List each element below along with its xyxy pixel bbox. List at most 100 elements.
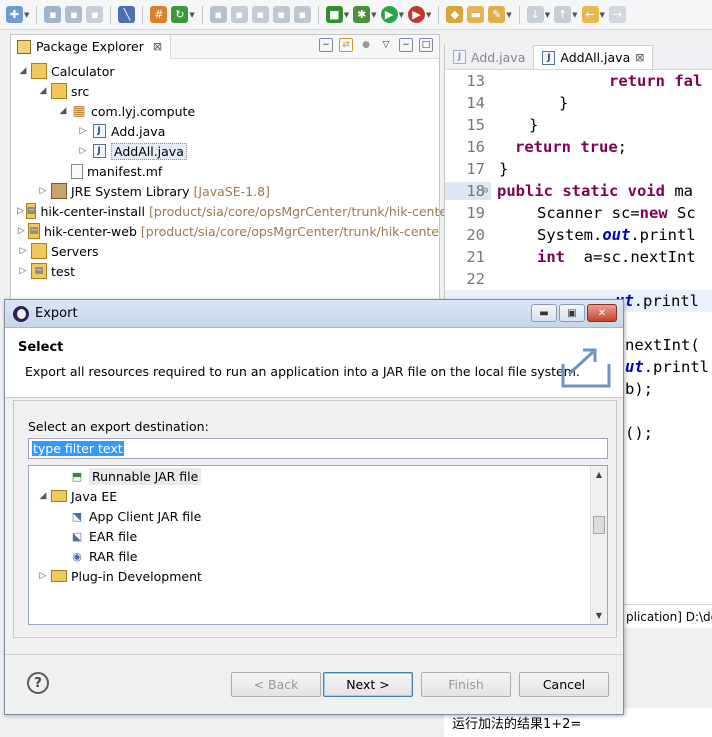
filter-text: type filter text: [32, 441, 124, 456]
tab-addall-java[interactable]: J AddAll.java ⊠: [533, 45, 654, 69]
new-dropdown-icon[interactable]: ▼: [24, 11, 29, 19]
open-type-icon[interactable]: ◆: [446, 6, 464, 23]
line-number: 15: [466, 116, 485, 134]
view-menu-icon[interactable]: ▽: [379, 38, 393, 52]
back-button[interactable]: < Back: [231, 672, 321, 697]
tree-item-src[interactable]: ◢ src: [11, 81, 439, 101]
maximize-icon[interactable]: □: [419, 38, 433, 52]
tree-item-hik-center-web[interactable]: ▷ ▤ hik-center-web [product/sia/core/ops…: [11, 221, 439, 241]
forward-icon[interactable]: →: [608, 6, 626, 23]
server-icon[interactable]: ■: [325, 6, 343, 23]
finish-button[interactable]: Finish: [421, 672, 511, 697]
keyword: return fal: [609, 72, 703, 90]
build-icon[interactable]: #: [150, 6, 168, 23]
debug-dropdown-icon[interactable]: ▼: [371, 11, 376, 19]
run-icon[interactable]: ▶: [380, 6, 398, 23]
close-button[interactable]: ✕: [587, 304, 617, 322]
list-item-ear-file[interactable]: ⬕ EAR file: [29, 526, 607, 546]
back-dropdown-icon[interactable]: ▼: [600, 11, 605, 19]
tool-icon[interactable]: ▪: [272, 6, 290, 23]
debug-icon[interactable]: ✱: [353, 6, 371, 23]
close-icon[interactable]: ⊠: [153, 40, 162, 53]
tree-item-test[interactable]: ▷ ▤ test: [11, 261, 439, 281]
tree-item-servers[interactable]: ▷ Servers: [11, 241, 439, 261]
tree-item-jre-library[interactable]: ▷ JRE System Library [JavaSE-1.8]: [11, 181, 439, 201]
expanded-arrow-icon[interactable]: ◢: [17, 66, 29, 76]
tab-add-java[interactable]: J Add.java: [445, 45, 533, 69]
project-icon: ▤: [31, 263, 47, 279]
collapse-all-icon[interactable]: −: [319, 38, 333, 52]
scroll-thumb[interactable]: [593, 516, 605, 534]
external-tools-icon[interactable]: ▶: [407, 6, 425, 23]
focus-icon[interactable]: ●: [359, 38, 373, 52]
prev-annotation-icon[interactable]: ↑: [554, 6, 572, 23]
collapsed-arrow-icon[interactable]: ▷: [17, 206, 24, 216]
expanded-arrow-icon[interactable]: ◢: [37, 86, 49, 96]
list-item-rar-file[interactable]: ◉ RAR file: [29, 546, 607, 566]
tab-package-explorer[interactable]: Package Explorer ⊠: [11, 34, 172, 59]
package-explorer-tabbar: Package Explorer ⊠ − ⇄ ● ▽ − □: [11, 34, 439, 59]
export-wizard-icon: [561, 348, 611, 388]
help-icon[interactable]: ?: [27, 672, 49, 694]
search-icon[interactable]: ✎: [488, 6, 506, 23]
tool-icon[interactable]: ▪: [230, 6, 248, 23]
minimize-button[interactable]: ▬: [531, 304, 557, 322]
filter-input[interactable]: type filter text: [28, 438, 608, 459]
next-button[interactable]: Next >: [323, 672, 413, 697]
tree-item-package[interactable]: ◢ ▦ com.lyj.compute: [11, 101, 439, 121]
fold-icon[interactable]: ⊖: [483, 186, 491, 196]
collapsed-arrow-icon[interactable]: ▷: [17, 266, 29, 276]
tree-item-hik-center-install[interactable]: ▷ ▤ hik-center-install [product/sia/core…: [11, 201, 447, 221]
toolbar-separator: [201, 5, 203, 24]
tree-item-addall-java[interactable]: ▷ J AddAll.java: [11, 141, 439, 161]
scroll-up-icon[interactable]: ▲: [591, 466, 607, 483]
maximize-button[interactable]: ▣: [559, 304, 585, 322]
tree-item-path: [JavaSE-1.8]: [193, 183, 270, 199]
cancel-button[interactable]: Cancel: [519, 672, 609, 697]
search-dropdown-icon[interactable]: ▼: [506, 11, 511, 19]
collapsed-arrow-icon[interactable]: ▷: [17, 246, 29, 256]
expanded-arrow-icon[interactable]: ◢: [57, 106, 69, 116]
tree-item-label: manifest.mf: [87, 163, 163, 179]
link-with-editor-icon[interactable]: ⇄: [339, 38, 353, 52]
expanded-arrow-icon[interactable]: ◢: [37, 491, 49, 501]
run-dropdown-icon[interactable]: ▼: [399, 11, 404, 19]
collapsed-arrow-icon[interactable]: ▷: [17, 226, 26, 236]
list-item-runnable-jar[interactable]: ⬒ Runnable JAR file: [29, 466, 607, 486]
external-tools-dropdown-icon[interactable]: ▼: [426, 11, 431, 19]
new-icon[interactable]: ✚: [6, 6, 23, 23]
scroll-down-icon[interactable]: ▼: [591, 607, 607, 624]
prev-annotation-dropdown-icon[interactable]: ▼: [572, 11, 577, 19]
open-folder-icon[interactable]: ▬: [467, 6, 485, 23]
close-icon[interactable]: ⊠: [635, 51, 644, 64]
tool-icon[interactable]: ▪: [209, 6, 227, 23]
refresh-icon[interactable]: ↻: [171, 6, 189, 23]
print-icon[interactable]: ▪: [86, 6, 104, 23]
collapsed-arrow-icon[interactable]: ▷: [37, 186, 49, 196]
refresh-dropdown-icon[interactable]: ▼: [189, 11, 194, 19]
line-number: 14: [466, 94, 485, 112]
list-item-java-ee[interactable]: ◢ Java EE: [29, 486, 607, 506]
next-annotation-dropdown-icon[interactable]: ▼: [545, 11, 550, 19]
back-icon[interactable]: ←: [581, 6, 599, 23]
collapsed-arrow-icon[interactable]: ▷: [77, 146, 89, 156]
list-item-app-client-jar[interactable]: ⬔ App Client JAR file: [29, 506, 607, 526]
tree-item-manifest[interactable]: manifest.mf: [11, 161, 439, 181]
collapsed-arrow-icon[interactable]: ▷: [77, 126, 89, 136]
next-annotation-icon[interactable]: ↓: [526, 6, 544, 23]
tool-icon[interactable]: ▪: [251, 6, 269, 23]
keyword: public static void: [497, 182, 665, 200]
save-icon[interactable]: ▪: [44, 6, 62, 23]
collapsed-arrow-icon[interactable]: ▷: [37, 571, 49, 581]
list-scrollbar[interactable]: ▲ ▼: [590, 466, 607, 624]
dialog-titlebar[interactable]: Export ▬ ▣ ✕: [5, 300, 623, 328]
skip-breakpoints-icon[interactable]: ╲: [118, 6, 136, 23]
tool-icon[interactable]: ▪: [293, 6, 311, 23]
minimize-icon[interactable]: −: [399, 38, 413, 52]
save-all-icon[interactable]: ▪: [65, 6, 83, 23]
code-text: Scanner sc=new Sc: [491, 204, 696, 222]
tree-item-add-java[interactable]: ▷ J Add.java: [11, 121, 439, 141]
tree-item-calculator[interactable]: ◢ Calculator: [11, 61, 439, 81]
server-dropdown-icon[interactable]: ▼: [344, 11, 349, 19]
list-item-plugin-development[interactable]: ▷ Plug-in Development: [29, 566, 607, 586]
